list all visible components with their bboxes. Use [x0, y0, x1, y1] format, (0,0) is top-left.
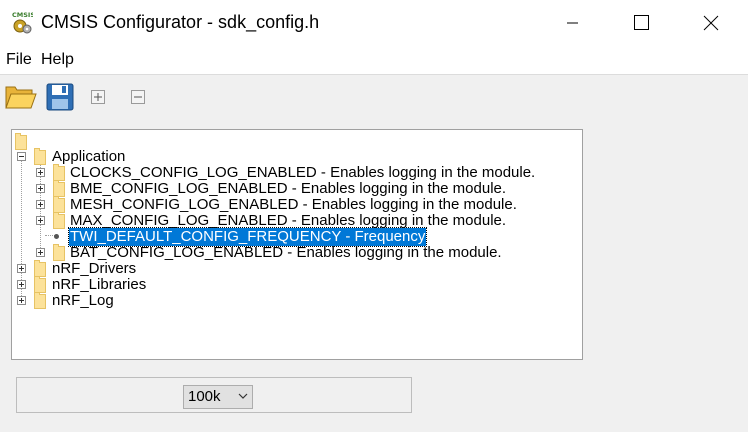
folder-icon	[53, 164, 65, 181]
tree-node-label: nRF_Log	[52, 292, 114, 309]
save-button[interactable]	[45, 83, 75, 111]
close-button[interactable]	[688, 0, 734, 46]
collapse-toggle-icon[interactable]	[17, 152, 26, 161]
folder-icon	[53, 212, 65, 229]
value-editor-panel: 100k	[16, 377, 412, 413]
tree-node-bme[interactable]: BME_CONFIG_LOG_ENABLED - Enables logging…	[12, 180, 582, 197]
folder-icon	[34, 276, 46, 293]
tree-node-nrf-drivers[interactable]: nRF_Drivers	[12, 260, 582, 277]
expand-toggle-icon[interactable]	[36, 168, 45, 177]
expand-toggle-icon[interactable]	[36, 200, 45, 209]
config-tree[interactable]: Application CLOCKS_CONFIG_LOG_ENABLED - …	[11, 129, 583, 360]
app-icon-label: CMSIS	[12, 11, 33, 19]
menu-bar: File Help	[0, 46, 748, 75]
tree-node-twi-frequency[interactable]: TWI_DEFAULT_CONFIG_FREQUENCY - Frequency	[12, 227, 582, 247]
tree-node-max[interactable]: MAX_CONFIG_LOG_ENABLED - Enables logging…	[12, 212, 582, 229]
save-icon	[46, 83, 74, 111]
open-file-button[interactable]	[5, 83, 37, 111]
collapse-all-button[interactable]	[130, 89, 146, 105]
expand-toggle-icon[interactable]	[17, 296, 26, 305]
tree-node-application[interactable]: Application	[12, 148, 582, 165]
tree-node-nrf-libraries[interactable]: nRF_Libraries	[12, 276, 582, 293]
menu-file[interactable]: File	[6, 51, 32, 69]
open-folder-icon	[5, 86, 37, 109]
tree-node-root[interactable]	[12, 133, 582, 150]
tree-node-mesh[interactable]: MESH_CONFIG_LOG_ENABLED - Enables loggin…	[12, 196, 582, 213]
folder-icon	[53, 180, 65, 197]
tree-node-clocks[interactable]: CLOCKS_CONFIG_LOG_ENABLED - Enables logg…	[12, 164, 582, 181]
leaf-bullet-icon	[54, 234, 59, 239]
expand-toggle-icon[interactable]	[36, 248, 45, 257]
dropdown-value: 100k	[188, 388, 221, 405]
menu-help[interactable]: Help	[41, 51, 74, 69]
collapse-all-icon	[131, 90, 145, 104]
expand-toggle-icon[interactable]	[17, 264, 26, 273]
expand-toggle-icon[interactable]	[17, 280, 26, 289]
close-icon	[703, 15, 719, 31]
folder-icon	[34, 148, 46, 165]
maximize-icon	[634, 15, 649, 30]
tree-node-nrf-log[interactable]: nRF_Log	[12, 292, 582, 309]
maximize-button[interactable]	[619, 0, 665, 46]
tree-node-bat[interactable]: BAT_CONFIG_LOG_ENABLED - Enables logging…	[12, 244, 582, 261]
chevron-down-icon	[237, 389, 249, 406]
toolbar	[0, 75, 748, 117]
folder-icon	[53, 196, 65, 213]
title-bar: CMSIS CMSIS Configurator - sdk_config.h	[0, 0, 748, 46]
frequency-dropdown[interactable]: 100k	[183, 385, 253, 409]
minimize-button[interactable]	[550, 0, 596, 46]
cmsis-app-icon: CMSIS	[11, 10, 35, 34]
window-title: CMSIS Configurator - sdk_config.h	[41, 12, 320, 32]
expand-toggle-icon[interactable]	[36, 216, 45, 225]
expand-all-icon	[91, 90, 105, 104]
folder-icon	[34, 260, 46, 277]
expand-all-button[interactable]	[90, 89, 106, 105]
folder-icon	[53, 244, 65, 261]
folder-icon	[15, 133, 27, 150]
folder-icon	[34, 292, 46, 309]
expand-toggle-icon[interactable]	[36, 184, 45, 193]
minimize-icon	[567, 22, 578, 24]
